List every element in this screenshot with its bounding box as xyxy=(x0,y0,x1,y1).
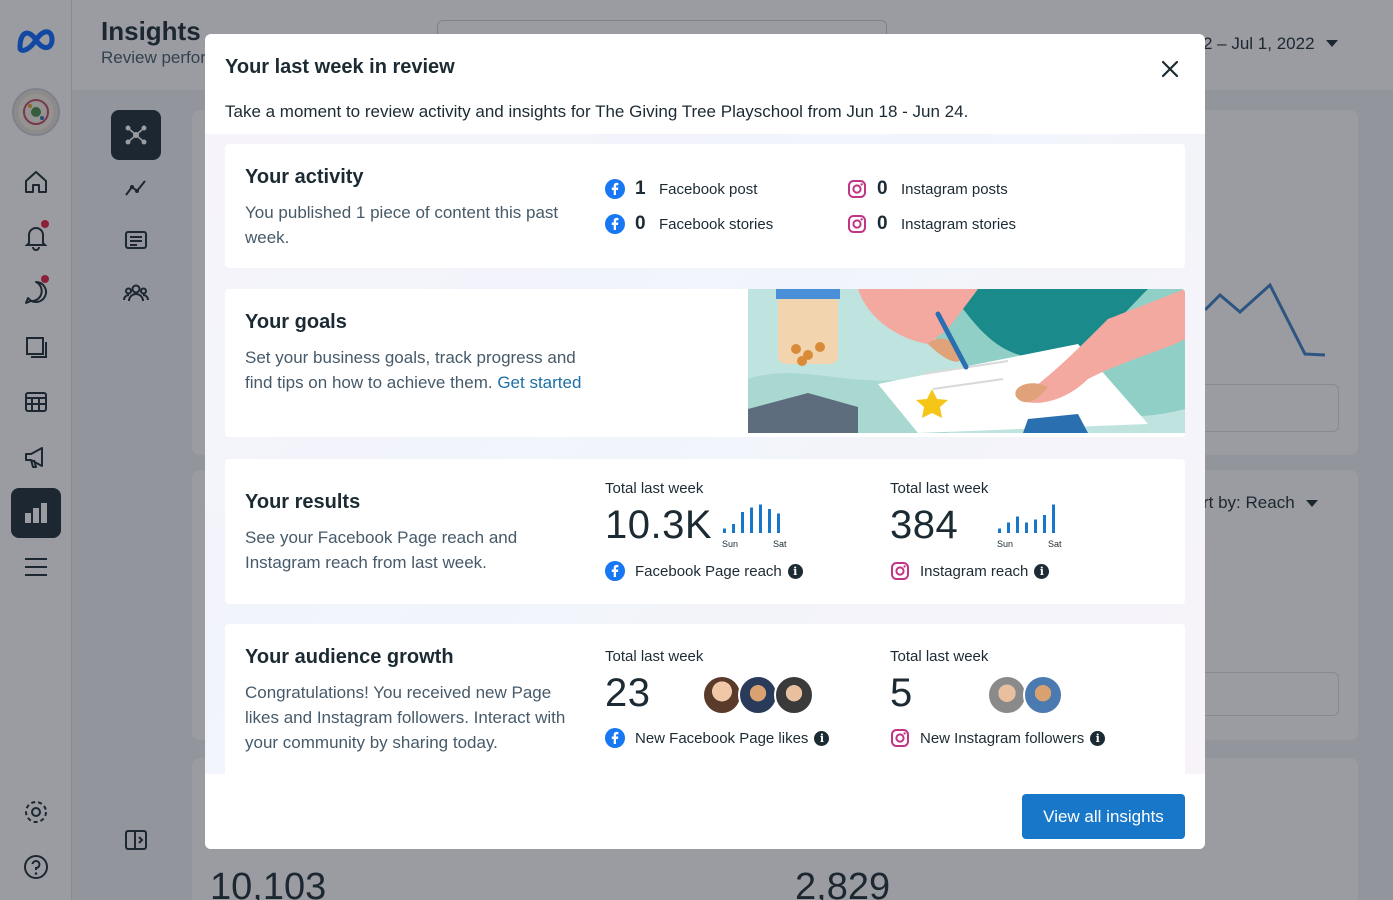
ig-followers-value: 5 xyxy=(890,671,913,715)
spark-day-end: Sat xyxy=(773,539,787,549)
spark-bar xyxy=(1025,522,1028,533)
stat-value: 1 xyxy=(635,178,646,199)
activity-text: You published 1 piece of content this pa… xyxy=(245,203,559,247)
stat-label: Facebook post xyxy=(659,180,758,198)
spark-bar xyxy=(759,504,762,533)
follower-avatar[interactable] xyxy=(774,675,814,715)
modal-intro: Take a moment to review activity and ins… xyxy=(225,102,969,121)
ig-reach-caption: Total last week xyxy=(890,480,989,497)
ig-reach-sparkline: Sun Sat xyxy=(997,504,1062,549)
goals-title: Your goals xyxy=(245,311,347,333)
follower-avatar[interactable] xyxy=(1023,675,1063,715)
modal-title: Your last week in review xyxy=(225,56,455,78)
info-icon[interactable]: i xyxy=(1090,730,1106,746)
follower-avatar[interactable] xyxy=(702,675,742,715)
fb-reach-caption: Total last week xyxy=(605,480,704,497)
spark-day-start: Sun xyxy=(722,539,738,549)
weekly-review-modal: Your last week in review Take a moment t… xyxy=(205,34,1205,849)
activity-title: Your activity xyxy=(245,166,364,188)
stat-label: Instagram stories xyxy=(901,215,1017,233)
spark-bar xyxy=(1034,519,1037,533)
spark-bar xyxy=(998,528,1001,533)
stat-facebook-stories: 0 Facebook stories xyxy=(605,213,773,235)
info-icon[interactable]: i xyxy=(1034,563,1050,579)
spark-bar xyxy=(777,513,780,533)
info-icon[interactable]: i xyxy=(814,730,830,746)
audience-section: Your audience growth Congratulations! Yo… xyxy=(225,624,1185,774)
activity-section: Your activity You published 1 piece of c… xyxy=(225,144,1185,268)
modal-scroll-area[interactable]: Your activity You published 1 piece of c… xyxy=(205,134,1205,774)
stat-value: 0 xyxy=(877,213,888,234)
close-icon xyxy=(1161,60,1179,78)
stat-instagram-stories: 0 Instagram stories xyxy=(847,213,1016,235)
instagram-icon xyxy=(848,180,866,198)
results-section: Your results See your Facebook Page reac… xyxy=(225,459,1185,604)
results-title: Your results xyxy=(245,491,361,513)
spark-bar xyxy=(1016,516,1019,533)
spark-bar xyxy=(723,528,726,533)
view-all-insights-button[interactable]: View all insights xyxy=(1022,794,1185,839)
instagram-icon xyxy=(891,562,909,580)
goals-text: Set your business goals, track progress … xyxy=(245,348,582,392)
stat-value: 0 xyxy=(635,213,646,234)
spark-day-end: Sat xyxy=(1048,539,1062,549)
instagram-icon xyxy=(848,215,866,233)
info-icon[interactable]: i xyxy=(787,563,803,579)
spark-bar xyxy=(768,509,771,533)
spark-bar xyxy=(732,524,735,533)
close-button[interactable] xyxy=(1153,52,1187,86)
facebook-icon xyxy=(605,728,625,748)
audience-text: Congratulations! You received new Page l… xyxy=(245,683,566,752)
ig-reach-value: 384 xyxy=(890,503,959,547)
goals-illustration xyxy=(748,289,1185,433)
follower-avatar[interactable] xyxy=(987,675,1027,715)
fb-reach-value: 10.3K xyxy=(605,503,713,547)
stat-label: Instagram posts xyxy=(901,180,1008,198)
spark-day-start: Sun xyxy=(997,539,1013,549)
fb-reach-sparkline: Sun Sat xyxy=(722,504,787,549)
facebook-icon xyxy=(605,214,625,234)
goals-section: Your goals Set your business goals, trac… xyxy=(225,289,1185,437)
stat-facebook-posts: 1 Facebook post xyxy=(605,178,757,200)
audience-title: Your audience growth xyxy=(245,646,454,668)
fb-reach-label: Facebook Page reach i xyxy=(605,561,803,581)
instagram-icon xyxy=(891,729,909,747)
facebook-icon xyxy=(605,179,625,199)
spark-bar xyxy=(1007,522,1010,533)
spark-bar xyxy=(1043,515,1046,533)
fb-likes-value: 23 xyxy=(605,671,651,715)
stat-label: Facebook stories xyxy=(659,215,774,233)
fb-likes-caption: Total last week xyxy=(605,648,704,665)
results-text: See your Facebook Page reach and Instagr… xyxy=(245,528,518,572)
ig-reach-label: Instagram reach i xyxy=(890,561,1050,581)
fb-likes-label: New Facebook Page likes i xyxy=(605,728,830,748)
spark-bar xyxy=(1052,504,1055,533)
modal-footer: View all insights xyxy=(205,774,1205,849)
spark-bar xyxy=(750,507,753,533)
follower-avatar[interactable] xyxy=(738,675,778,715)
ig-followers-label: New Instagram followers i xyxy=(890,728,1106,748)
facebook-icon xyxy=(605,561,625,581)
spark-bar xyxy=(741,512,744,533)
stat-instagram-posts: 0 Instagram posts xyxy=(847,178,1008,200)
ig-followers-caption: Total last week xyxy=(890,648,989,665)
get-started-link[interactable]: Get started xyxy=(497,373,581,392)
stat-value: 0 xyxy=(877,178,888,199)
